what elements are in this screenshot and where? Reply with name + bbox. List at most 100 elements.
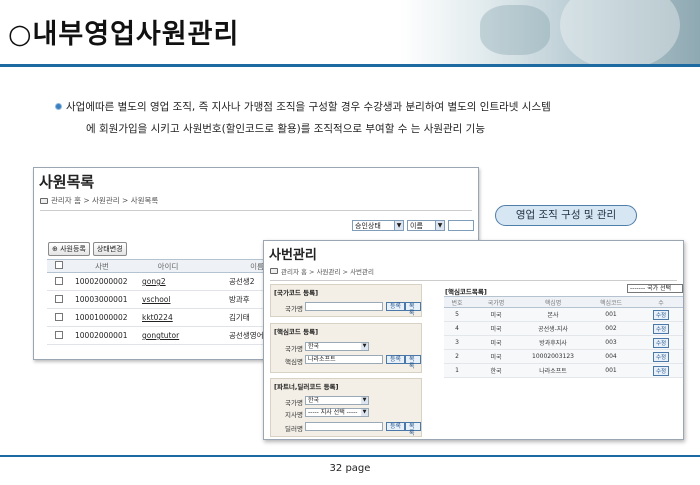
employee-number: 10002000002: [71, 272, 133, 291]
row-number: 5: [444, 307, 470, 322]
filter-bar: 승인상태 ▼ 이름 ▼: [352, 220, 474, 231]
row-number: 4: [444, 321, 470, 336]
list-button[interactable]: 목록: [405, 422, 421, 437]
breadcrumb-text[interactable]: 관리자 홈 > 사원관리 > 사번관리: [281, 266, 374, 276]
callout-label: 영업 조직 구성 및 관리: [495, 205, 637, 226]
core-name: 10002003123: [522, 349, 584, 364]
edit-button[interactable]: 수정: [652, 323, 670, 334]
register-employee-button[interactable]: ⊕ 사원등록: [48, 242, 90, 256]
edit-button[interactable]: 수정: [652, 351, 670, 362]
register-button[interactable]: 등록: [386, 422, 406, 431]
column-header[interactable]: 수: [638, 296, 683, 308]
core-code-list-title: [핵심코드목록]: [445, 288, 487, 296]
panel-title: [국가코드 등록]: [274, 289, 319, 297]
employee-id-link[interactable]: kkt0224: [142, 313, 173, 322]
country-name: 한국: [470, 363, 522, 378]
column-header[interactable]: 핵심코드: [584, 296, 638, 308]
folder-icon: [270, 268, 278, 274]
core-code-table: 번호 국가명 핵심명 핵심코드 수 5 미국 본사 001 수정 4 미국 공선…: [444, 296, 683, 378]
table-row[interactable]: 3 미국 방과후지사 003 수정: [444, 335, 683, 350]
row-checkbox[interactable]: [55, 294, 63, 303]
column-header[interactable]: 아이디: [133, 259, 203, 273]
chevron-down-icon: ▼: [394, 221, 403, 230]
core-code: 001: [584, 363, 638, 378]
search-input[interactable]: [448, 220, 474, 231]
field-label: 국가명: [285, 345, 303, 353]
name-filter-select[interactable]: 이름 ▼: [407, 220, 445, 231]
edit-button[interactable]: 수정: [652, 365, 670, 376]
footer-divider: [0, 455, 700, 457]
edit-button[interactable]: 수정: [652, 309, 670, 320]
row-checkbox[interactable]: [55, 312, 63, 321]
slide-header: ○내부영업사원관리: [0, 0, 700, 70]
chevron-down-icon: ▼: [361, 397, 368, 404]
core-name: 나라소프트: [522, 363, 584, 378]
register-button[interactable]: 등록: [386, 355, 406, 364]
field-label: 핵심명: [285, 358, 303, 366]
panel-title: [파트너,딜러코드 등록]: [274, 383, 339, 391]
list-button[interactable]: 목록: [405, 355, 421, 370]
employee-id-link[interactable]: vschool: [142, 295, 170, 304]
folder-icon: [40, 197, 48, 204]
page-number: 32 page: [329, 463, 371, 474]
column-header[interactable]: 번호: [444, 296, 470, 308]
window-title: 사원목록: [39, 173, 95, 191]
table-row[interactable]: 2 미국 10002003123 004 수정: [444, 349, 683, 364]
employee-id-link[interactable]: gongtutor: [142, 331, 179, 340]
row-number: 1: [444, 363, 470, 378]
change-status-button[interactable]: 상태변경: [92, 242, 127, 256]
country-select[interactable]: 한국 ▼: [305, 396, 369, 405]
employee-id-link[interactable]: gong2: [142, 277, 166, 286]
table-row[interactable]: 5 미국 본사 001 수정: [444, 307, 683, 322]
status-filter-select[interactable]: 승인상태 ▼: [352, 220, 404, 231]
header-divider: [0, 64, 700, 67]
core-name: 공선생-지사: [522, 321, 584, 336]
field-label: 국가명: [285, 305, 303, 313]
core-code: 003: [584, 335, 638, 350]
country-select[interactable]: 한국 ▼: [305, 342, 369, 351]
core-name: 본사: [522, 307, 584, 322]
edit-button[interactable]: 수정: [652, 337, 670, 348]
row-checkbox[interactable]: [55, 276, 63, 285]
table-row[interactable]: 4 미국 공선생-지사 002 수정: [444, 321, 683, 336]
row-number: 3: [444, 335, 470, 350]
country-filter-select[interactable]: ------- 국가 선택: [627, 284, 683, 293]
register-button[interactable]: 등록: [386, 302, 406, 311]
branch-select[interactable]: ----- 지사 선택 ----- ▼: [305, 408, 369, 417]
employee-code-window: 사번관리 관리자 홈 > 사원관리 > 사번관리 [국가코드 등록] 국가명 등…: [263, 240, 684, 440]
row-number: 2: [444, 349, 470, 364]
country-name: 미국: [470, 349, 522, 364]
column-header[interactable]: 사번: [71, 259, 133, 273]
bullet-line-1: 사업에따른 별도의 영업 조직, 즉 지사나 가맹점 조직을 구성할 경우 수강…: [66, 101, 551, 113]
field-label: 국가명: [285, 399, 303, 407]
country-name: 미국: [470, 335, 522, 350]
header-decoration: [400, 0, 700, 70]
country-name: 미국: [470, 321, 522, 336]
core-name-input[interactable]: 나라소프트: [305, 355, 383, 364]
slide-title: ○내부영업사원관리: [8, 19, 240, 50]
row-checkbox[interactable]: [55, 330, 63, 339]
core-code: 001: [584, 307, 638, 322]
employee-number: 10001000002: [71, 308, 133, 327]
employee-number: 10002000001: [71, 326, 133, 345]
window-title: 사번관리: [269, 248, 317, 263]
core-code: 004: [584, 349, 638, 364]
column-header[interactable]: 핵심명: [522, 296, 584, 308]
breadcrumb-text[interactable]: 관리자 홈 > 사원관리 > 사원목록: [51, 195, 158, 206]
country-name: 미국: [470, 307, 522, 322]
chevron-down-icon: ▼: [435, 221, 444, 230]
divider: [270, 280, 677, 281]
chevron-down-icon: ▼: [361, 343, 368, 350]
field-label: 딜러명: [285, 425, 303, 433]
country-name-input[interactable]: [305, 302, 383, 311]
bullet-line-2: 에 회원가입을 시키고 사원번호(할인코드로 활용)를 조직적으로 부여할 수 …: [86, 123, 485, 135]
field-label: 지사명: [285, 411, 303, 419]
dealer-name-input[interactable]: [305, 422, 383, 431]
select-all-checkbox[interactable]: [47, 259, 71, 273]
country-code-panel: [국가코드 등록] 국가명 등록 목록: [270, 284, 422, 317]
list-button[interactable]: 목록: [405, 302, 421, 317]
action-buttons: ⊕ 사원등록 상태변경: [48, 242, 127, 256]
column-header[interactable]: 국가명: [470, 296, 522, 308]
table-row[interactable]: 1 한국 나라소프트 001 수정: [444, 363, 683, 378]
breadcrumb: 관리자 홈 > 사원관리 > 사원목록: [34, 192, 478, 206]
